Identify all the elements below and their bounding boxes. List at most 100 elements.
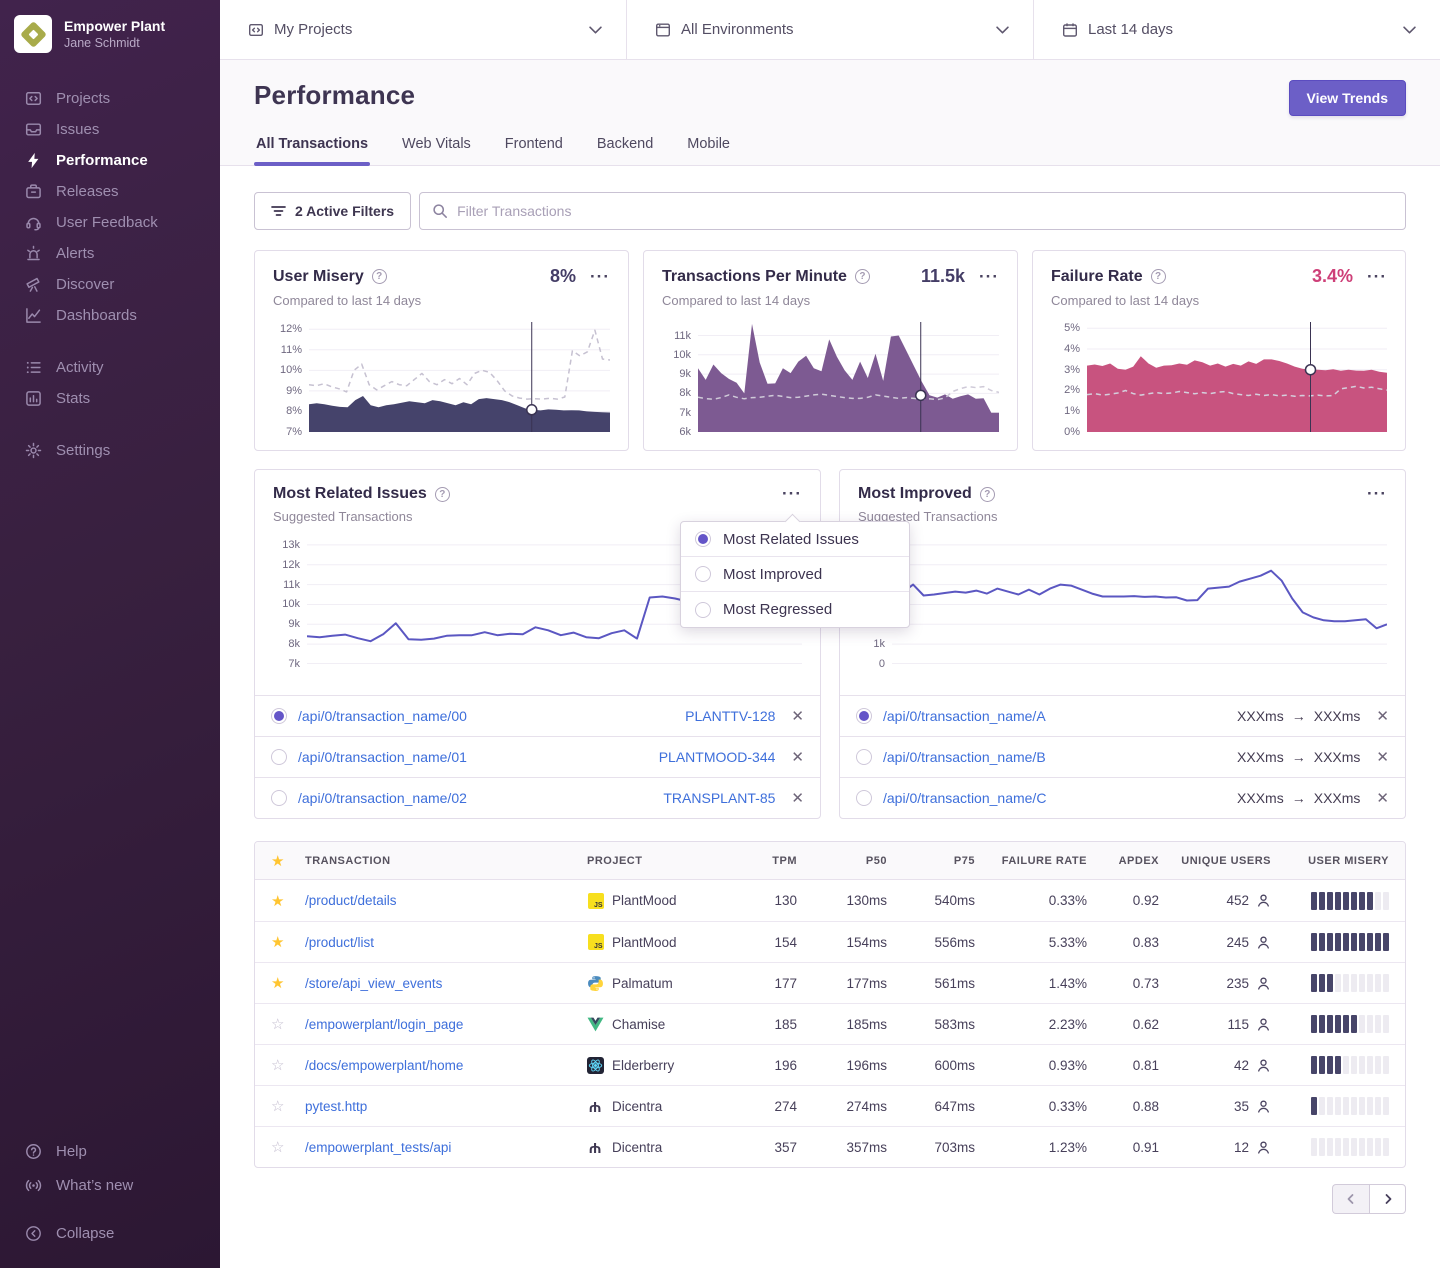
transaction-radio[interactable] [856, 708, 872, 724]
active-filters-button[interactable]: 2 Active Filters [254, 192, 411, 230]
metric-chart[interactable] [698, 322, 999, 432]
transaction-radio[interactable] [271, 790, 287, 806]
duration-change: XXXms→XXXms [1237, 790, 1360, 806]
metric-chart[interactable] [309, 322, 610, 432]
help-icon[interactable]: ? [372, 269, 387, 284]
tab-frontend[interactable]: Frontend [503, 136, 565, 165]
sidebar-item-dashboards[interactable]: Dashboards [0, 300, 220, 331]
sidebar-item-user-feedback[interactable]: User Feedback [0, 207, 220, 238]
table-row[interactable]: ☆ /docs/empowerplant/home Elderberry 196… [255, 1044, 1405, 1085]
star-toggle[interactable]: ☆ [271, 1138, 305, 1156]
more-options-icon[interactable]: ··· [979, 272, 999, 282]
dismiss-icon[interactable]: ✕ [1376, 750, 1389, 765]
transaction-link[interactable]: /product/details [305, 893, 397, 908]
tab-backend[interactable]: Backend [595, 136, 655, 165]
sidebar-item-alerts[interactable]: Alerts [0, 238, 220, 269]
p75-value: 556ms [887, 935, 975, 950]
sidebar-item-help[interactable]: Help [0, 1134, 220, 1168]
sidebar-item-discover[interactable]: Discover [0, 269, 220, 300]
transaction-link[interactable]: /store/api_view_events [305, 976, 442, 991]
org-switcher[interactable]: Empower Plant Jane Schmidt [0, 0, 220, 63]
star-toggle[interactable]: ★ [271, 974, 305, 992]
metric-chart[interactable] [1087, 322, 1387, 432]
next-page-button[interactable] [1369, 1184, 1406, 1214]
menu-item-most-improved[interactable]: Most Improved [681, 557, 909, 592]
transaction-link[interactable]: pytest.http [305, 1099, 367, 1114]
sidebar-collapse[interactable]: Collapse [0, 1216, 220, 1250]
arrow-right-icon: → [1292, 790, 1306, 806]
transaction-link[interactable]: /empowerplant/login_page [305, 1017, 463, 1032]
transaction-link[interactable]: /empowerplant_tests/api [305, 1140, 451, 1155]
table-row[interactable]: ☆ /empowerplant/login_page Chamise 185 1… [255, 1003, 1405, 1044]
issue-id-link[interactable]: TRANSPLANT-85 [663, 790, 775, 806]
star-toggle[interactable]: ☆ [271, 1097, 305, 1115]
transaction-link[interactable]: /api/0/transaction_name/C [883, 790, 1226, 806]
star-toggle[interactable]: ★ [271, 933, 305, 951]
table-row[interactable]: ☆ pytest.http Ψ Dicentra 274 274ms 647ms… [255, 1085, 1405, 1126]
transaction-link[interactable]: /api/0/transaction_name/B [883, 749, 1226, 765]
sidebar-item-performance[interactable]: Performance [0, 145, 220, 176]
dismiss-icon[interactable]: ✕ [1376, 709, 1389, 724]
more-options-icon[interactable]: ··· [1367, 489, 1387, 499]
sidebar-item-issues[interactable]: Issues [0, 114, 220, 145]
more-options-icon[interactable]: ··· [782, 489, 802, 499]
sidebar-item-activity[interactable]: Activity [0, 352, 220, 383]
tab-web-vitals[interactable]: Web Vitals [400, 136, 473, 165]
sidebar-item-settings[interactable]: Settings [0, 435, 220, 466]
transaction-radio[interactable] [271, 749, 287, 765]
panel-chart[interactable] [892, 536, 1387, 664]
date-range-selector[interactable]: Last 14 days [1034, 0, 1440, 59]
star-toggle[interactable]: ☆ [271, 1015, 305, 1033]
failure-rate-value: 0.33% [975, 893, 1087, 908]
transaction-link[interactable]: /docs/empowerplant/home [305, 1058, 463, 1073]
search-input[interactable] [457, 203, 1393, 219]
project-platform-icon [587, 975, 604, 992]
transaction-radio[interactable] [856, 749, 872, 765]
menu-item-most-related-issues[interactable]: Most Related Issues [681, 522, 909, 557]
help-icon[interactable]: ? [1151, 269, 1166, 284]
transaction-link[interactable]: /api/0/transaction_name/00 [298, 708, 674, 724]
issue-id-link[interactable]: PLANTTV-128 [685, 708, 775, 724]
more-options-icon[interactable]: ··· [1367, 272, 1387, 282]
help-icon[interactable]: ? [980, 487, 995, 502]
star-icon[interactable]: ★ [271, 852, 305, 870]
sidebar-item-releases[interactable]: Releases [0, 176, 220, 207]
table-row[interactable]: ★ /product/details JS PlantMood 130 130m… [255, 880, 1405, 921]
table-row[interactable]: ★ /store/api_view_events Palmatum 177 17… [255, 962, 1405, 1003]
transaction-link[interactable]: /api/0/transaction_name/02 [298, 790, 652, 806]
y-axis-labels: 13k12k11k10k9k8k7k [273, 536, 307, 664]
transaction-link[interactable]: /product/list [305, 935, 374, 950]
help-icon[interactable]: ? [435, 487, 450, 502]
transaction-link[interactable]: /api/0/transaction_name/A [883, 708, 1226, 724]
star-toggle[interactable]: ☆ [271, 1056, 305, 1074]
view-trends-button[interactable]: View Trends [1289, 80, 1406, 116]
menu-item-most-regressed[interactable]: Most Regressed [681, 592, 909, 627]
transaction-radio[interactable] [856, 790, 872, 806]
tab-mobile[interactable]: Mobile [685, 136, 732, 165]
help-icon[interactable]: ? [855, 269, 870, 284]
dismiss-icon[interactable]: ✕ [791, 750, 804, 765]
transaction-link[interactable]: /api/0/transaction_name/01 [298, 749, 648, 765]
issue-id-link[interactable]: PLANTMOOD-344 [659, 749, 776, 765]
transaction-radio[interactable] [271, 708, 287, 724]
environment-selector[interactable]: All Environments [627, 0, 1034, 59]
table-row[interactable]: ☆ /empowerplant_tests/api Ψ Dicentra 357… [255, 1126, 1405, 1167]
panel-transaction-row: /api/0/transaction_name/C XXXms→XXXms ✕ [840, 777, 1405, 818]
panel-title: Most Related Issues [273, 485, 427, 503]
dismiss-icon[interactable]: ✕ [1376, 791, 1389, 806]
sidebar-item-stats[interactable]: Stats [0, 383, 220, 414]
dismiss-icon[interactable]: ✕ [791, 791, 804, 806]
sidebar-item-projects[interactable]: Projects [0, 83, 220, 114]
dismiss-icon[interactable]: ✕ [791, 709, 804, 724]
prev-page-button[interactable] [1332, 1184, 1369, 1214]
metric-value: 11.5k [921, 266, 965, 287]
dashboards-icon [24, 307, 42, 325]
panel-card: Most Improved ? ··· Suggested Transactio… [839, 469, 1406, 819]
p75-value: 561ms [887, 976, 975, 991]
more-options-icon[interactable]: ··· [590, 272, 610, 282]
star-toggle[interactable]: ★ [271, 892, 305, 910]
sidebar-item-whats-new[interactable]: What’s new [0, 1168, 220, 1202]
tab-all-transactions[interactable]: All Transactions [254, 136, 370, 165]
project-selector[interactable]: My Projects [220, 0, 627, 59]
table-row[interactable]: ★ /product/list JS PlantMood 154 154ms 5… [255, 921, 1405, 962]
